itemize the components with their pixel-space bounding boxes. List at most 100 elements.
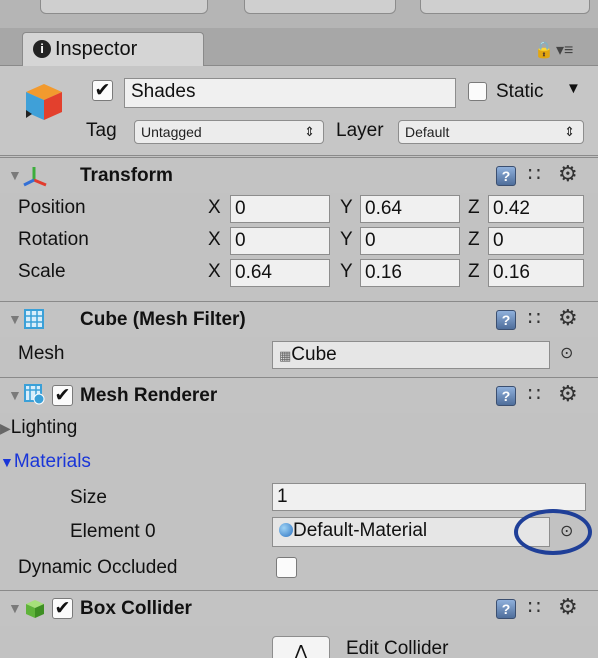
- mesh-filter-foldout-icon[interactable]: ▼: [8, 311, 22, 327]
- layer-dropdown[interactable]: Default ⇕: [398, 120, 584, 144]
- element0-object-field[interactable]: Default-Material: [272, 517, 550, 547]
- axis-y-label: Y: [340, 197, 353, 218]
- help-book-icon[interactable]: ?: [496, 310, 516, 330]
- gear-icon[interactable]: ⚙: [558, 383, 578, 405]
- box-collider-title: Box Collider: [80, 598, 192, 619]
- preset-sliders-icon[interactable]: ∷: [528, 385, 541, 405]
- edit-collider-icon: ⋀: [293, 642, 309, 658]
- box-collider-cube-icon: [26, 600, 44, 618]
- dynamic-occluded-checkbox[interactable]: [276, 557, 297, 578]
- mesh-value: Cube: [291, 344, 337, 365]
- tab-inspector[interactable]: i Inspector: [22, 32, 204, 66]
- preset-sliders-icon[interactable]: ∷: [528, 309, 541, 329]
- gameobject-header: ✔ Shades Static ▼ Tag Untagged ⇕ Layer D…: [0, 66, 598, 156]
- toolbar-field-2[interactable]: [244, 0, 396, 14]
- static-label: Static: [496, 81, 544, 102]
- material-sphere-icon: [279, 523, 293, 537]
- axis-x-label: X: [208, 229, 221, 250]
- transform-foldout-icon[interactable]: ▼: [8, 167, 22, 183]
- toolbar-field-1[interactable]: [40, 0, 208, 14]
- scale-label: Scale: [18, 261, 66, 282]
- layer-label: Layer: [336, 120, 384, 141]
- help-book-icon[interactable]: ?: [496, 599, 516, 619]
- mesh-renderer-enabled-checkbox[interactable]: ✔: [52, 385, 73, 406]
- highlight-circle-annotation: [514, 509, 592, 555]
- static-dropdown-arrow-icon[interactable]: ▼: [566, 80, 581, 97]
- scale-y-field[interactable]: 0.16: [360, 259, 460, 287]
- lock-icon[interactable]: 🔒: [534, 40, 554, 60]
- position-z-field[interactable]: 0.42: [488, 195, 584, 223]
- materials-foldout[interactable]: ▼Materials: [0, 449, 91, 475]
- mesh-asset-icon: ▦: [279, 348, 292, 363]
- help-book-icon[interactable]: ?: [496, 166, 516, 186]
- mesh-object-field[interactable]: ▦Cube: [272, 341, 550, 369]
- static-checkbox[interactable]: [468, 82, 487, 101]
- box-collider-enabled-checkbox[interactable]: ✔: [52, 598, 73, 619]
- gear-icon[interactable]: ⚙: [558, 307, 578, 329]
- axis-x-label: X: [208, 197, 221, 218]
- lighting-label: Lighting: [10, 417, 78, 438]
- position-y-field[interactable]: 0.64: [360, 195, 460, 223]
- tab-menu-icon[interactable]: ▾≡: [556, 40, 573, 60]
- transform-body: Position X 0 Y 0.64 Z 0.42 Rotation X 0 …: [0, 193, 598, 297]
- element0-value: Default-Material: [293, 520, 428, 541]
- position-x-field[interactable]: 0: [230, 195, 330, 223]
- help-book-icon[interactable]: ?: [496, 386, 516, 406]
- mesh-renderer-header[interactable]: ▼ ✔ Mesh Renderer ? ∷ ⚙: [0, 377, 598, 413]
- size-label: Size: [70, 487, 107, 508]
- window-top-strip: [0, 0, 598, 28]
- rotation-y-field[interactable]: 0: [360, 227, 460, 255]
- box-collider-foldout-icon[interactable]: ▼: [8, 600, 22, 616]
- box-collider-body: ⋀ Edit Collider: [0, 626, 598, 658]
- dynamic-occluded-label: Dynamic Occluded: [18, 557, 178, 578]
- rotation-z-field[interactable]: 0: [488, 227, 584, 255]
- transform-header[interactable]: ▼ Transform ? ∷ ⚙: [0, 157, 598, 193]
- preset-sliders-icon[interactable]: ∷: [528, 598, 541, 618]
- gear-icon[interactable]: ⚙: [558, 596, 578, 618]
- layer-value: Default: [405, 124, 450, 140]
- transform-axes-icon: [23, 167, 47, 187]
- materials-foldout-icon: ▼: [0, 454, 14, 470]
- materials-label: Materials: [13, 451, 91, 472]
- rotation-x-field[interactable]: 0: [230, 227, 330, 255]
- tab-inspector-label: Inspector: [55, 38, 138, 60]
- axis-z-label: Z: [468, 261, 480, 282]
- mesh-renderer-foldout-icon[interactable]: ▼: [8, 387, 22, 403]
- tag-dropdown-arrow-icon: ⇕: [304, 124, 315, 139]
- mesh-renderer-icon: [24, 384, 45, 405]
- edit-collider-button[interactable]: ⋀: [272, 636, 330, 658]
- position-label: Position: [18, 197, 86, 218]
- axis-y-label: Y: [340, 229, 353, 250]
- tag-dropdown[interactable]: Untagged ⇕: [134, 120, 324, 144]
- object-picker-icon[interactable]: ⊙: [560, 343, 573, 363]
- gameobject-cube-icon: [26, 84, 62, 120]
- mesh-filter-grid-icon: [24, 309, 44, 329]
- axis-z-label: Z: [468, 229, 480, 250]
- lighting-foldout[interactable]: ▶Lighting: [0, 415, 77, 441]
- layer-dropdown-arrow-icon: ⇕: [564, 124, 575, 139]
- box-collider-header[interactable]: ▼ ✔ Box Collider ? ∷ ⚙: [0, 590, 598, 626]
- tag-label: Tag: [86, 120, 117, 141]
- transform-title: Transform: [80, 165, 173, 186]
- scale-z-field[interactable]: 0.16: [488, 259, 584, 287]
- mesh-filter-header[interactable]: ▼ Cube (Mesh Filter) ? ∷ ⚙: [0, 301, 598, 337]
- gear-icon[interactable]: ⚙: [558, 163, 578, 185]
- inspector-tab-bar: i Inspector 🔒 ▾≡: [0, 28, 598, 66]
- toolbar-field-3[interactable]: [420, 0, 590, 14]
- axis-y-label: Y: [340, 261, 353, 282]
- lighting-foldout-icon: ▶: [0, 420, 11, 436]
- mesh-renderer-body: ▶Lighting ▼Materials Size 1 Element 0 De…: [0, 413, 598, 587]
- mesh-filter-body: Mesh ▦Cube ⊙: [0, 337, 598, 373]
- rotation-label: Rotation: [18, 229, 89, 250]
- element0-label: Element 0: [70, 521, 156, 542]
- info-icon: i: [33, 40, 51, 58]
- mesh-label: Mesh: [18, 343, 65, 364]
- mesh-filter-title: Cube (Mesh Filter): [80, 309, 246, 330]
- axis-z-label: Z: [468, 197, 480, 218]
- preset-sliders-icon[interactable]: ∷: [528, 165, 541, 185]
- scale-x-field[interactable]: 0.64: [230, 259, 330, 287]
- axis-x-label: X: [208, 261, 221, 282]
- gameobject-name-field[interactable]: Shades: [124, 78, 456, 108]
- materials-size-field[interactable]: 1: [272, 483, 586, 511]
- active-toggle-checkbox[interactable]: ✔: [92, 80, 113, 101]
